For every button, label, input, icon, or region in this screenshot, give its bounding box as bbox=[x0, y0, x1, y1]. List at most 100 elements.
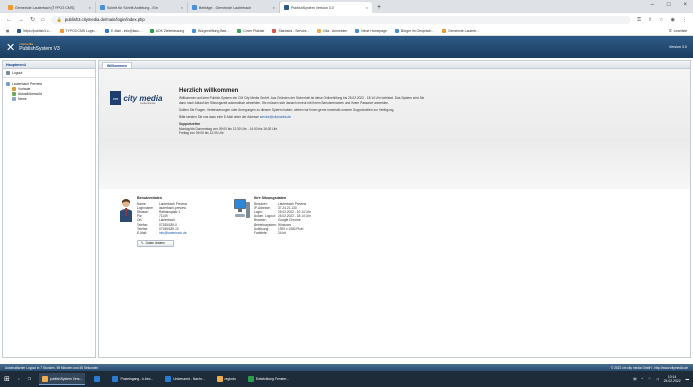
logo-mark-icon: ✕ bbox=[6, 41, 16, 54]
profile-icon[interactable]: ◉ bbox=[671, 17, 675, 23]
tree-node-icon bbox=[12, 86, 16, 91]
tab-close-icon[interactable]: × bbox=[89, 5, 91, 10]
bookmark-item[interactable]: Cover Plakate bbox=[237, 28, 264, 33]
navigation-tree: Lauterbach Preview Vorlaute Aktuellübersic… bbox=[3, 78, 95, 104]
tree-item[interactable]: News bbox=[6, 96, 92, 101]
tab-favicon bbox=[284, 5, 289, 10]
tab-favicon bbox=[100, 5, 105, 10]
reload-icon[interactable]: ↻ bbox=[30, 16, 35, 23]
window-controls: – □ × bbox=[651, 2, 687, 8]
app-version: Version 3.0 bbox=[669, 45, 687, 49]
tab-close-icon[interactable]: × bbox=[366, 5, 368, 10]
pencil-icon: ✎ bbox=[141, 241, 144, 246]
volume-icon[interactable]: ◁ bbox=[656, 377, 659, 381]
taskbar-app[interactable]: Entwicklung Fenster... bbox=[245, 373, 292, 385]
tab-title: Schritt für Schritt Anleitung - Ein bbox=[107, 5, 158, 10]
session-data-block: Ihre Sitzungsdaten Benutzer: Lauterbach P… bbox=[254, 196, 311, 235]
clock[interactable]: 10:14 25.02.2022 bbox=[664, 375, 681, 383]
reading-list-icon: ☰ bbox=[668, 28, 672, 33]
bookmarks-bar: ▦ https://publish3.c... TYPO3 CMS Login..… bbox=[0, 26, 693, 36]
main-tab-strip: Willkommen bbox=[99, 61, 690, 69]
bookmark-item[interactable]: E-Mail - info@lauc... bbox=[105, 28, 142, 33]
tab-close-icon[interactable]: × bbox=[273, 5, 275, 10]
tab-close-icon[interactable]: × bbox=[181, 5, 183, 10]
bookmark-item[interactable]: Kita - Anmelden bbox=[317, 28, 347, 33]
menu-icon[interactable]: ⋮ bbox=[682, 17, 687, 23]
taskbar-app[interactable]: Unbenannt - Nachr... bbox=[162, 373, 207, 385]
network-icon[interactable]: ▤ bbox=[633, 377, 636, 381]
key-icon[interactable]: ⚿ bbox=[637, 17, 641, 23]
browser-tab[interactable]: Schritt für Schritt Anleitung - Ein × bbox=[96, 2, 188, 13]
back-icon[interactable]: ← bbox=[6, 17, 12, 23]
app-icon bbox=[165, 376, 172, 382]
welcome-paragraph-2: Sollten Sie Fragen, Verbesserungen oder … bbox=[179, 107, 395, 112]
logout-button[interactable]: Logout bbox=[3, 69, 95, 78]
welcome-paragraph-1: Willkommen auf dem Publish-System der CM… bbox=[179, 96, 425, 105]
bookmark-favicon bbox=[105, 28, 110, 33]
app-icon bbox=[41, 375, 48, 382]
tab-title: PublishSystem Version 3.0 bbox=[291, 5, 334, 10]
search-icon[interactable]: ⌕ bbox=[18, 377, 20, 381]
taskbar-app[interactable]: publishSystem Vers... bbox=[38, 373, 86, 385]
edit-data-button[interactable]: ✎ Daten ändern bbox=[137, 239, 174, 247]
bookmark-favicon bbox=[17, 28, 22, 33]
session-data-list: Benutzer: Lauterbach Preview IP-Adresse: 37… bbox=[254, 202, 311, 235]
browser-tab[interactable]: Gemeinde Lauterbach [TYPO3 CMS] × bbox=[4, 2, 96, 13]
bookmark-item[interactable]: https://publish3.c... bbox=[17, 28, 52, 33]
session-data-title: Ihre Sitzungsdaten bbox=[254, 196, 287, 200]
bookmark-item[interactable]: Bürger im Gespräch... bbox=[394, 28, 434, 33]
taskbar-app[interactable]: regiodo bbox=[214, 373, 239, 385]
field-label: E-Mail: bbox=[137, 230, 147, 235]
bookmark-item[interactable]: Neue Homepage bbox=[355, 28, 387, 33]
browser-tab[interactable]: PublishSystem Version 3.0 × bbox=[280, 2, 372, 13]
task-view-icon[interactable]: ❐ bbox=[28, 377, 31, 381]
tab-favicon bbox=[8, 5, 13, 10]
app-icon bbox=[94, 376, 101, 382]
windows-start-icon[interactable]: ⊞ bbox=[4, 375, 10, 383]
star-icon[interactable]: ☆ bbox=[659, 17, 663, 23]
logout-icon bbox=[6, 71, 10, 75]
windows-taskbar: ⊞ ⌕ ❐ publishSystem Vers... Posteingang -… bbox=[0, 371, 693, 387]
notification-icon[interactable]: ▬ bbox=[686, 377, 689, 381]
welcome-paragraph-3: Bitte senden Sie uns dazu eine E-Mail un… bbox=[179, 115, 292, 120]
bookmark-item[interactable]: TYPO3 CMS Login... bbox=[59, 28, 97, 33]
bookmark-item[interactable]: Starbaria - Service... bbox=[272, 28, 309, 33]
welcome-title: Herzlich willkommen bbox=[179, 88, 239, 94]
tab-willkommen[interactable]: Willkommen bbox=[102, 62, 132, 68]
tree-node-icon bbox=[6, 81, 10, 86]
email-link[interactable]: info@lauterbach.de bbox=[159, 231, 187, 235]
minimize-icon[interactable]: – bbox=[651, 2, 654, 8]
sidebar-title: Hauptmenü bbox=[3, 61, 95, 69]
forward-icon[interactable]: → bbox=[18, 17, 24, 23]
taskbar-app[interactable] bbox=[91, 373, 103, 385]
bookmark-item[interactable]: Bürgerstiftung Bae... bbox=[192, 28, 229, 33]
field-label: Farbtiefe: bbox=[254, 230, 268, 235]
logo-block: cm bbox=[110, 91, 122, 105]
wifi-icon[interactable]: ◠ bbox=[648, 377, 651, 381]
maximize-icon[interactable]: □ bbox=[667, 2, 671, 8]
user-data-title: Benutzerdaten bbox=[137, 196, 162, 200]
browser-tab[interactable]: Beiträge - Gemeinde Lauterbach × bbox=[188, 2, 280, 13]
tab-title: Gemeinde Lauterbach [TYPO3 CMS] bbox=[15, 5, 75, 10]
close-window-icon[interactable]: × bbox=[683, 2, 687, 8]
system-tray: ▤ ^ ◠ ◁ 10:14 25.02.2022 ▬ bbox=[633, 375, 689, 383]
new-tab-button[interactable]: + bbox=[372, 4, 386, 13]
bookmark-item[interactable]: AOK Zielerfassung bbox=[149, 28, 184, 33]
status-bar: Automatischer Logout in 7 Stunden, 59 Mi… bbox=[0, 364, 693, 371]
share-icon[interactable]: ⇪ bbox=[648, 17, 652, 23]
reading-list[interactable]: ☰ Leseliste bbox=[669, 29, 687, 33]
bookmark-favicon bbox=[59, 28, 64, 33]
bookmark-item[interactable]: Gemeinde Lauterb... bbox=[442, 28, 479, 33]
tree-node-icon bbox=[12, 96, 16, 101]
address-bar[interactable]: 🔒 publish3.citymedia.de/main/login/index… bbox=[50, 15, 632, 24]
home-icon[interactable]: ⌂ bbox=[41, 17, 45, 23]
bookmark-favicon bbox=[355, 28, 360, 33]
browser-toolbar: ← → ↻ ⌂ 🔒 publish3.citymedia.de/main/log… bbox=[0, 13, 693, 26]
app-name: PublishSystem V3 bbox=[19, 46, 60, 52]
chevron-up-icon[interactable]: ^ bbox=[641, 377, 643, 381]
support-times: Supportzeiten Montag bis Donnerstag von … bbox=[179, 122, 278, 136]
app-icon bbox=[247, 376, 254, 382]
taskbar-app[interactable]: Posteingang - k.bec... bbox=[109, 373, 156, 385]
apps-icon[interactable]: ▦ bbox=[6, 29, 9, 33]
support-email-link[interactable]: service@citymedia.de bbox=[260, 115, 291, 119]
